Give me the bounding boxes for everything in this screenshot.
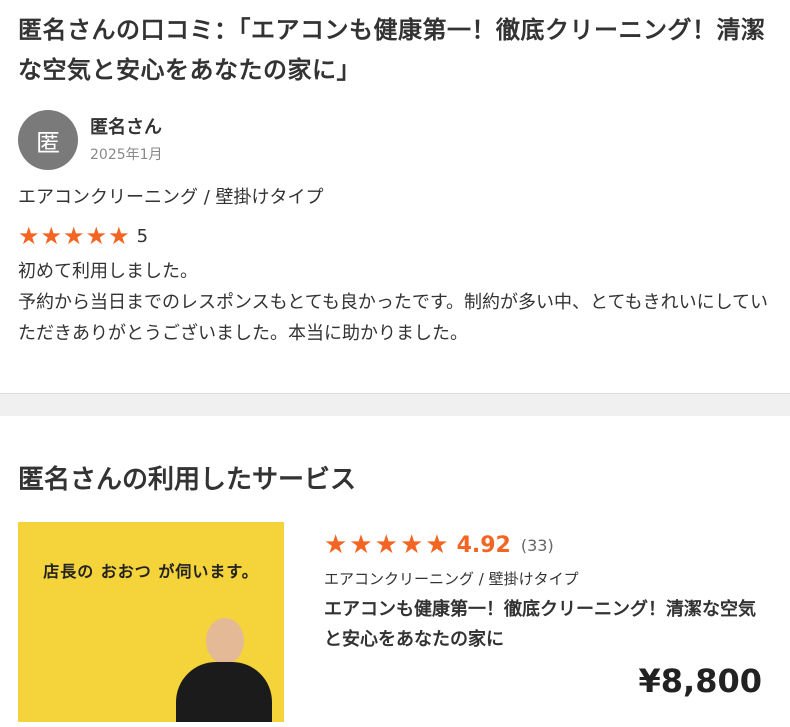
service-info: ★ ★ ★ ★ ★ 4.92 (33) エアコンクリーニング / 壁掛けタイプ … [324, 522, 772, 722]
service-title[interactable]: エアコンも健康第一！徹底クリーニング！清潔な空気と安心をあなたの家に [324, 595, 772, 655]
star-icon: ★ [399, 530, 424, 560]
star-icon: ★ [374, 530, 398, 560]
star-icon: ★ [63, 222, 85, 250]
service-heading: 匿名さんの利用したサービス [18, 465, 357, 495]
star-icon: ★ [324, 530, 348, 560]
star-icon: ★ [349, 530, 373, 560]
service-price: ¥8,800 [638, 662, 762, 700]
service-rating: ★ ★ ★ ★ ★ 4.92 (33) [324, 530, 772, 560]
review-category: エアコンクリーニング / 壁掛けタイプ [18, 187, 324, 208]
review-date: 2025年1月 [90, 147, 163, 163]
avatar: 匿 [18, 110, 78, 170]
service-section: 匿名さんの利用したサービス 店長の おおつ が伺います。 ★ ★ ★ ★ ★ 4… [0, 416, 790, 722]
person-head [206, 618, 244, 664]
star-icon: ★ [40, 222, 63, 250]
star-icon: ★ [85, 222, 108, 250]
reviewer-name: 匿名さん [90, 117, 162, 138]
service-card[interactable]: 店長の おおつ が伺います。 ★ ★ ★ ★ ★ 4.92 (33) エアコンク… [18, 522, 772, 722]
star-icon: ★ [425, 530, 449, 560]
thumbnail-caption: 店長の おおつ が伺います。 [43, 562, 259, 581]
service-thumbnail[interactable]: 店長の おおつ が伺います。 [18, 522, 284, 722]
section-divider [0, 393, 790, 416]
service-category: エアコンクリーニング / 壁掛けタイプ [324, 570, 579, 588]
reviewer-info: 匿名さん 2025年1月 [90, 116, 163, 164]
review-rating-value: 5 [136, 225, 149, 247]
star-icon: ★ [108, 222, 130, 250]
reviewer: 匿 匿名さん 2025年1月 [18, 110, 772, 170]
review-rating: ★ ★ ★ ★ ★ 5 [18, 222, 772, 250]
review-title: 匿名さんの口コミ：「エアコンも健康第一！徹底クリーニング！清潔な空気と安心をあな… [18, 16, 766, 84]
review-comment: 初めて利用しました。 予約から当日までのレスポンスもとても良かったです。制約が多… [18, 261, 769, 344]
service-review-count: (33) [520, 535, 554, 555]
star-icon: ★ [18, 222, 40, 250]
review-section: 匿名さんの口コミ：「エアコンも健康第一！徹底クリーニング！清潔な空気と安心をあな… [0, 0, 790, 393]
service-rating-score: 4.92 [456, 532, 511, 558]
person-body [176, 662, 272, 722]
